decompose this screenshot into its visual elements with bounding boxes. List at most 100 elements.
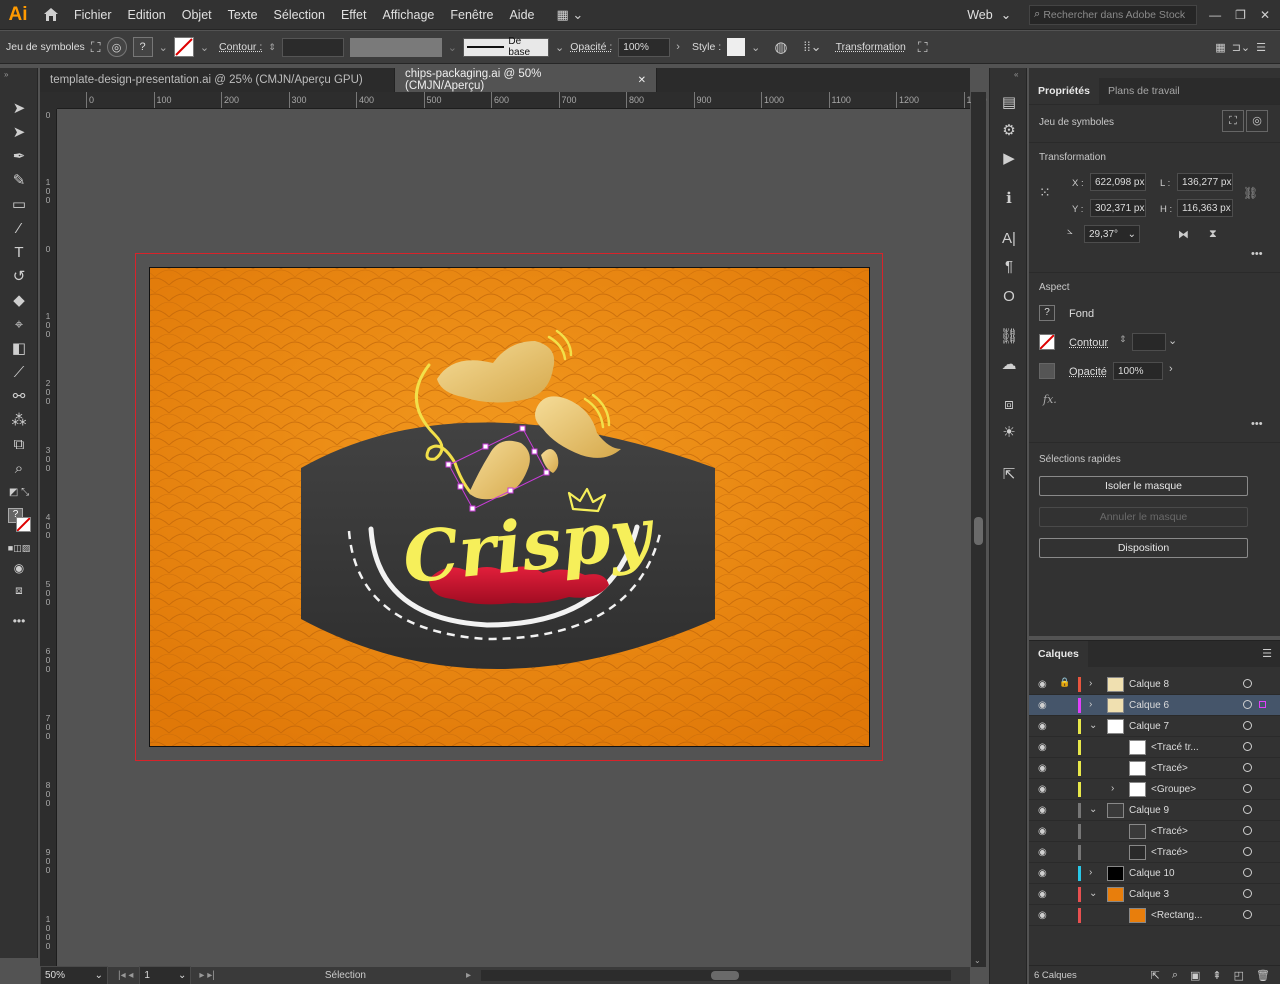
layer-row[interactable]: ◉ › Calque 10 <box>1029 863 1280 884</box>
layer-row[interactable]: ◉ <Tracé> <box>1029 842 1280 863</box>
artboard-tool-icon[interactable]: ⧉ <box>8 434 30 454</box>
color-mode-icons[interactable]: ■◫▨ <box>8 538 30 558</box>
minimize-icon[interactable]: — <box>1209 8 1221 22</box>
lock-icon[interactable]: 🔒 <box>1059 677 1070 688</box>
layer-row[interactable]: ◉ <Tracé> <box>1029 821 1280 842</box>
first-artboard-icon[interactable]: |◂ ◂ <box>118 970 133 981</box>
y-field[interactable]: 302,371 px <box>1090 199 1146 217</box>
delete-layer-icon[interactable]: 🗑 <box>1256 969 1270 982</box>
flip-vertical-icon[interactable]: ⧗ <box>1209 228 1217 241</box>
fx-icon[interactable]: fx. <box>1043 393 1057 406</box>
cc-libraries-icon[interactable]: ☁ <box>999 354 1019 374</box>
tab-plans-de-travail[interactable]: Plans de travail <box>1099 78 1189 104</box>
layer-row[interactable]: ◉ 🔒 › Calque 8 <box>1029 674 1280 695</box>
menu-affichage[interactable]: Affichage <box>374 0 442 30</box>
menu-objet[interactable]: Objet <box>174 0 220 30</box>
target-circle-icon[interactable] <box>1243 910 1252 919</box>
layer-name[interactable]: <Tracé tr... <box>1151 742 1199 753</box>
close-tab-icon[interactable]: ✕ <box>638 75 646 86</box>
layer-row[interactable]: ◉ ⌄ Calque 9 <box>1029 800 1280 821</box>
layers-title[interactable]: Calques <box>1029 641 1088 667</box>
menu-effet[interactable]: Effet <box>333 0 374 30</box>
artboard-number-select[interactable]: 1 ⌄ <box>139 966 192 984</box>
blend-tool-icon[interactable]: ⚯ <box>8 386 30 406</box>
variable-width-select[interactable] <box>349 37 442 57</box>
height-field[interactable]: 116,363 px <box>1177 199 1233 217</box>
panel-menu-icon[interactable]: ☰ <box>1256 41 1266 54</box>
visibility-eye-icon[interactable]: ◉ <box>1038 826 1050 837</box>
close-icon[interactable]: ✕ <box>1260 8 1270 22</box>
recolor-icon[interactable]: ◍ <box>774 38 787 56</box>
rectangle-tool-icon[interactable]: ▭ <box>8 194 30 214</box>
direct-selection-tool-icon[interactable]: ➤ <box>8 122 30 142</box>
opacity-input[interactable]: 100% <box>618 37 671 57</box>
restore-icon[interactable]: ❐ <box>1235 8 1246 22</box>
opacity-label[interactable]: Opacité <box>1069 366 1107 378</box>
layer-row[interactable]: ◉ ⌄ Calque 3 <box>1029 884 1280 905</box>
layer-name[interactable]: Calque 8 <box>1129 679 1169 690</box>
target-circle-icon[interactable] <box>1243 889 1252 898</box>
opacity-field[interactable]: 100% <box>1113 362 1163 380</box>
visibility-eye-icon[interactable]: ◉ <box>1038 910 1050 921</box>
visibility-eye-icon[interactable]: ◉ <box>1038 889 1050 900</box>
pen-tool-icon[interactable]: ✒ <box>8 146 30 166</box>
character-icon[interactable]: A| <box>999 228 1019 248</box>
stroke-weight-stepper[interactable]: ⇕ <box>268 42 276 53</box>
stroke-none-swatch[interactable] <box>173 37 194 57</box>
symbol-bounds-button[interactable]: ⛶ <box>1222 110 1244 132</box>
tab-template-design[interactable]: template-design-presentation.ai @ 25% (C… <box>40 68 395 92</box>
tab-proprietes[interactable]: Propriétés <box>1029 78 1099 104</box>
target-circle-icon[interactable] <box>1243 784 1252 793</box>
target-circle-icon[interactable] <box>1243 805 1252 814</box>
target-circle-icon[interactable] <box>1243 826 1252 835</box>
new-layer-icon[interactable]: ◰ <box>1234 969 1244 982</box>
tab-chips-packaging[interactable]: chips-packaging.ai @ 50% (CMJN/Aperçu) ✕ <box>395 68 657 92</box>
rotate-tool-icon[interactable]: ↺ <box>8 266 30 286</box>
new-sublayer-icon[interactable]: ⇞ <box>1212 969 1221 982</box>
layer-name[interactable]: Calque 10 <box>1129 868 1175 879</box>
libraries-icon[interactable]: ▤ <box>999 92 1019 112</box>
eraser-tool-icon[interactable]: ◆ <box>8 290 30 310</box>
scroll-thumb[interactable] <box>974 517 983 545</box>
expand-arrow-icon[interactable]: › <box>1089 699 1092 710</box>
constrain-proportions-icon[interactable]: ⛓ <box>1243 186 1258 200</box>
symbol-sprayer-tool-icon[interactable]: ⁂ <box>8 410 30 430</box>
fill-unknown-swatch[interactable]: ? <box>132 37 153 57</box>
gradient-tool-icon[interactable]: ◧ <box>8 338 30 358</box>
expand-arrow-icon[interactable]: › <box>1111 783 1114 794</box>
layer-name[interactable]: <Groupe> <box>1151 784 1196 795</box>
puppet-warp-tool-icon[interactable]: ⌖ <box>8 314 30 334</box>
layer-row[interactable]: ◉ <Tracé> <box>1029 758 1280 779</box>
isolate-mask-button[interactable]: Isoler le masque <box>1039 476 1248 496</box>
target-circle-icon[interactable] <box>1243 721 1252 730</box>
menu-fichier[interactable]: Fichier <box>66 0 120 30</box>
menu-selection[interactable]: Sélection <box>266 0 333 30</box>
visibility-eye-icon[interactable]: ◉ <box>1038 679 1050 690</box>
layer-row[interactable]: ◉ ⌄ Calque 7 <box>1029 716 1280 737</box>
layer-row[interactable]: ◉ › <Groupe> <box>1029 779 1280 800</box>
arrange-documents-icon[interactable]: ▦ ⌄ <box>556 7 583 23</box>
layer-row[interactable]: ◉ <Tracé tr... <box>1029 737 1280 758</box>
flip-horizontal-icon[interactable]: ⧓ <box>1178 228 1189 241</box>
target-circle-icon[interactable] <box>1243 868 1252 877</box>
visibility-eye-icon[interactable]: ◉ <box>1038 700 1050 711</box>
menu-texte[interactable]: Texte <box>220 0 266 30</box>
actions-icon[interactable]: ▶ <box>999 148 1019 168</box>
edit-toolbar-icon[interactable]: ••• <box>8 611 30 631</box>
home-icon[interactable] <box>36 0 66 30</box>
expand-arrow-icon[interactable]: › <box>1089 678 1092 689</box>
draw-mode-icon[interactable]: ◉ <box>8 558 30 578</box>
transform-bounds-icon[interactable]: ⛶ <box>918 39 928 56</box>
zoom-tool-icon[interactable]: ⌕ <box>8 458 30 478</box>
symbol-bounds-icon[interactable]: ⛶ <box>91 39 101 56</box>
layer-name[interactable]: <Tracé> <box>1151 826 1188 837</box>
screen-mode-icon[interactable]: ⧈ <box>8 580 30 600</box>
stock-search[interactable]: ⌕ Rechercher dans Adobe Stock <box>1029 4 1198 25</box>
brush-tool-icon[interactable]: ⁄ <box>8 218 30 238</box>
visibility-eye-icon[interactable]: ◉ <box>1038 763 1050 774</box>
paragraph-icon[interactable]: ¶ <box>999 256 1019 276</box>
visibility-eye-icon[interactable]: ◉ <box>1038 721 1050 732</box>
zoom-select[interactable]: 50% ⌄ <box>40 966 108 984</box>
menu-aide[interactable]: Aide <box>501 0 542 30</box>
layers-menu-icon[interactable]: ☰ <box>1262 647 1272 660</box>
